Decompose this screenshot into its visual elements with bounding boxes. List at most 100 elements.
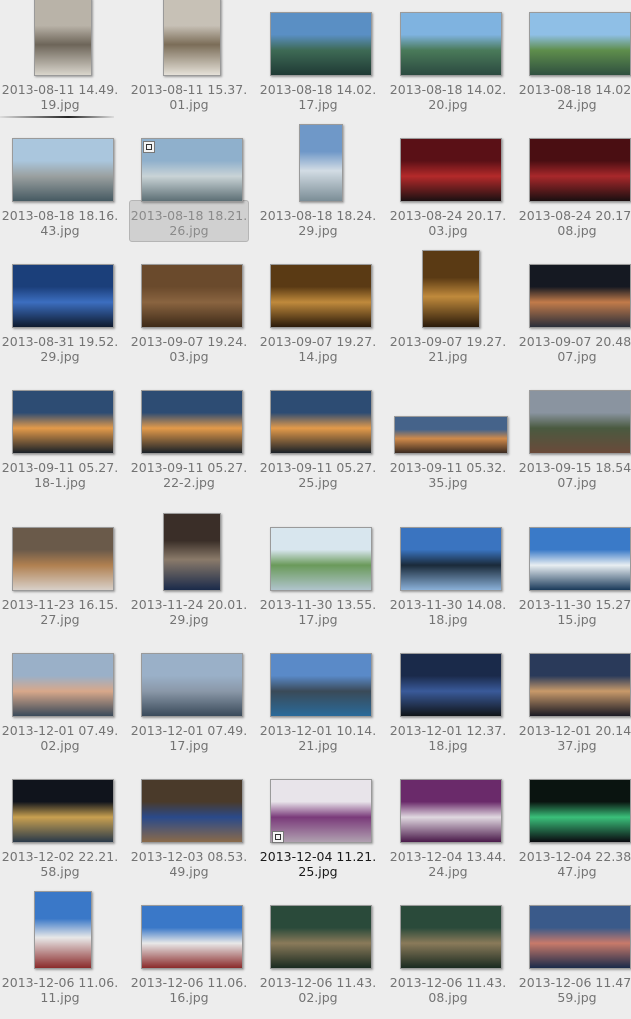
file-name: 2013-09-07 19.27. 21.jpg [386, 334, 510, 364]
image-thumbnail[interactable] [270, 12, 372, 76]
image-thumbnail[interactable] [299, 124, 343, 202]
image-thumbnail[interactable] [12, 653, 114, 717]
image-thumbnail[interactable] [529, 905, 631, 969]
file-item[interactable]: 2013-12-04 11.21. 25.jpg [258, 767, 384, 893]
image-thumbnail[interactable] [400, 653, 502, 717]
image-thumbnail[interactable] [141, 390, 243, 454]
file-item[interactable]: 2013-08-18 14.02. 24.jpg [517, 0, 631, 126]
file-item[interactable]: 2013-09-11 05.27. 18-1.jpg [0, 378, 126, 504]
file-name: 2013-09-11 05.27. 18-1.jpg [0, 460, 122, 490]
file-item[interactable]: 2013-08-24 20.17. 03.jpg [388, 126, 514, 252]
image-thumbnail[interactable] [529, 653, 631, 717]
file-name: 2013-08-31 19.52. 29.jpg [0, 334, 122, 364]
file-name-line1: 2013-12-06 11.43. [259, 975, 377, 990]
file-name-line1: 2013-08-18 14.02. [518, 82, 631, 97]
image-thumbnail[interactable] [12, 138, 114, 202]
image-thumbnail[interactable] [529, 138, 631, 202]
file-item[interactable]: 2013-09-07 19.27. 14.jpg [258, 252, 384, 378]
image-thumbnail[interactable] [400, 905, 502, 969]
image-thumbnail[interactable] [394, 416, 508, 454]
file-name-line1: 2013-12-01 07.49. [130, 723, 248, 738]
image-thumbnail[interactable] [270, 264, 372, 328]
file-item[interactable]: 2013-12-02 22.21. 58.jpg [0, 767, 126, 893]
file-name: 2013-12-01 20.14. 37.jpg [515, 723, 631, 753]
file-item[interactable]: 2013-09-07 19.27. 21.jpg [386, 250, 514, 378]
image-thumbnail[interactable] [270, 905, 372, 969]
file-item[interactable]: 2013-12-01 07.49. 17.jpg [129, 641, 255, 767]
image-thumbnail[interactable] [400, 779, 502, 843]
file-name-line1: 2013-08-24 20.17. [389, 208, 507, 223]
file-name: 2013-09-07 20.48. 07.jpg [515, 334, 631, 364]
image-thumbnail[interactable] [12, 527, 114, 591]
file-item[interactable]: 2013-12-03 08.53. 49.jpg [129, 767, 255, 893]
file-name: 2013-08-18 18.21. 26.jpg [127, 208, 251, 238]
file-item[interactable]: 2013-09-11 05.27. 25.jpg [258, 378, 384, 504]
file-item[interactable]: 2013-08-11 15.37. 01.jpg [129, 0, 255, 126]
image-thumbnail[interactable] [34, 891, 92, 969]
file-name-line1: 2013-12-06 11.06. [130, 975, 248, 990]
image-thumbnail[interactable] [529, 390, 631, 454]
file-name: 2013-12-06 11.43. 02.jpg [256, 975, 380, 1005]
image-thumbnail[interactable] [141, 264, 243, 328]
file-item[interactable]: 2013-08-18 14.02. 17.jpg [258, 0, 384, 126]
file-item[interactable]: 2013-08-18 14.02. 20.jpg [388, 0, 514, 126]
file-item[interactable]: 2013-12-01 20.14. 37.jpg [517, 641, 631, 767]
image-thumbnail[interactable] [141, 905, 243, 969]
file-item[interactable]: 2013-11-24 20.01. 29.jpg [129, 513, 255, 641]
file-name-line1: 2013-08-24 20.17. [518, 208, 631, 223]
file-item[interactable]: 2013-08-24 20.17. 08.jpg [517, 126, 631, 252]
file-item[interactable]: 2013-09-11 05.32. 35.jpg [388, 378, 514, 504]
file-item[interactable]: 2013-12-06 11.06. 16.jpg [129, 893, 255, 1019]
file-item[interactable]: 2013-09-15 18.54. 07.jpg [517, 378, 631, 504]
image-thumbnail[interactable] [400, 527, 502, 591]
file-name-line2: 35.jpg [428, 475, 468, 490]
image-thumbnail[interactable] [163, 0, 221, 76]
image-thumbnail[interactable] [34, 0, 92, 76]
file-item[interactable]: 2013-09-07 20.48. 07.jpg [517, 252, 631, 378]
file-name: 2013-08-18 18.16. 43.jpg [0, 208, 122, 238]
file-item[interactable]: 2013-12-06 11.43. 08.jpg [388, 893, 514, 1019]
file-item[interactable]: 2013-12-04 13.44. 24.jpg [388, 767, 514, 893]
image-thumbnail[interactable] [163, 513, 221, 591]
image-thumbnail[interactable] [529, 527, 631, 591]
file-item[interactable]: 2013-08-18 18.24. 29.jpg [258, 124, 384, 252]
file-item[interactable]: 2013-11-30 15.27. 15.jpg [517, 515, 631, 641]
file-name-line2: 02.jpg [40, 738, 80, 753]
file-item[interactable]: 2013-09-11 05.27. 22-2.jpg [129, 378, 255, 504]
file-item[interactable]: 2013-08-18 18.21. 26.jpg [129, 126, 255, 252]
file-item[interactable]: 2013-08-11 14.49. 19.jpg [0, 0, 126, 126]
image-thumbnail[interactable] [270, 653, 372, 717]
file-item[interactable]: 2013-08-18 18.16. 43.jpg [0, 126, 126, 252]
file-item[interactable]: 2013-11-30 14.08. 18.jpg [388, 515, 514, 641]
image-thumbnail[interactable] [529, 12, 631, 76]
file-item[interactable]: 2013-12-01 07.49. 02.jpg [0, 641, 126, 767]
image-thumbnail[interactable] [400, 12, 502, 76]
file-item[interactable]: 2013-12-01 10.14. 21.jpg [258, 641, 384, 767]
file-item[interactable]: 2013-12-01 12.37. 18.jpg [388, 641, 514, 767]
image-thumbnail[interactable] [422, 250, 480, 328]
image-thumbnail[interactable] [12, 264, 114, 328]
file-item[interactable]: 2013-11-30 13.55. 17.jpg [258, 515, 384, 641]
image-thumbnail[interactable] [12, 779, 114, 843]
image-thumbnail[interactable] [529, 779, 631, 843]
file-item[interactable]: 2013-11-23 16.15. 27.jpg [0, 515, 126, 641]
file-name-line1: 2013-11-30 13.55. [259, 597, 377, 612]
image-thumbnail[interactable] [270, 779, 372, 843]
file-item[interactable]: 2013-12-06 11.43. 02.jpg [258, 893, 384, 1019]
image-thumbnail[interactable] [141, 138, 243, 202]
file-name: 2013-09-11 05.32. 35.jpg [386, 460, 510, 490]
image-thumbnail[interactable] [141, 779, 243, 843]
image-thumbnail[interactable] [141, 653, 243, 717]
image-thumbnail[interactable] [12, 390, 114, 454]
image-thumbnail[interactable] [400, 138, 502, 202]
image-thumbnail[interactable] [270, 527, 372, 591]
file-item[interactable]: 2013-09-07 19.24. 03.jpg [129, 252, 255, 378]
file-item[interactable]: 2013-12-06 11.47. 59.jpg [517, 893, 631, 1019]
file-name-line1: 2013-12-06 11.43. [389, 975, 507, 990]
file-item[interactable]: 2013-12-04 22.38. 47.jpg [517, 767, 631, 893]
image-thumbnail[interactable] [529, 264, 631, 328]
file-name-line1: 2013-09-07 19.24. [130, 334, 248, 349]
file-item[interactable]: 2013-08-31 19.52. 29.jpg [0, 252, 126, 378]
file-item[interactable]: 2013-12-06 11.06. 11.jpg [0, 891, 126, 1019]
image-thumbnail[interactable] [270, 390, 372, 454]
